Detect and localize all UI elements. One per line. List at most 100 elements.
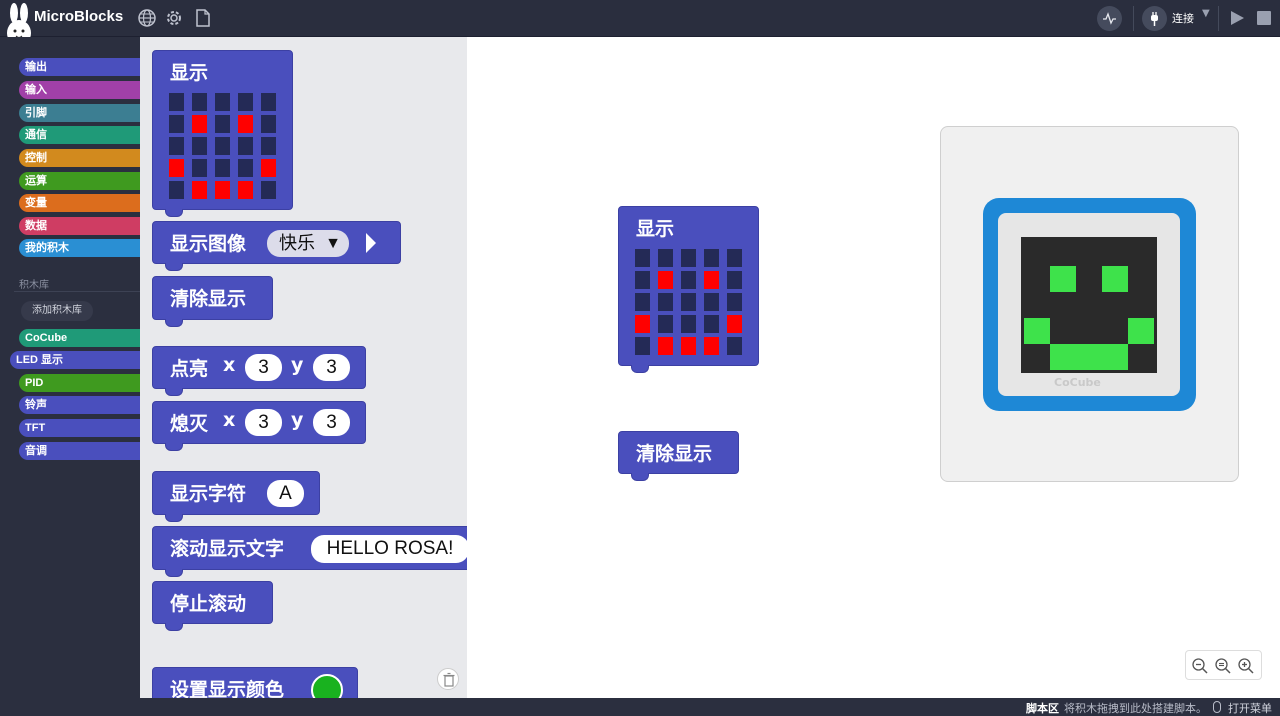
led-cell-off[interactable]	[727, 249, 742, 267]
file-icon[interactable]	[193, 8, 213, 28]
category-variables[interactable]: 变量	[19, 194, 140, 212]
led-cell-on[interactable]	[261, 159, 276, 177]
led-cell-off[interactable]	[681, 315, 696, 333]
color-swatch[interactable]	[311, 674, 343, 698]
led-cell-on[interactable]	[635, 315, 650, 333]
led-cell-on[interactable]	[681, 337, 696, 355]
stop-scroll-block[interactable]: 停止滚动	[152, 581, 273, 631]
led-cell-off[interactable]	[215, 93, 230, 111]
led-cell-on[interactable]	[192, 181, 207, 199]
led-cell-off[interactable]	[238, 93, 253, 111]
led-cell-on[interactable]	[169, 159, 184, 177]
library-tone[interactable]: 音调	[19, 442, 140, 460]
led-cell-on[interactable]	[658, 271, 673, 289]
script-display-block[interactable]: 显示	[618, 206, 759, 373]
library-ringtone[interactable]: 铃声	[19, 396, 140, 414]
led-cell-off[interactable]	[681, 271, 696, 289]
globe-icon[interactable]	[137, 8, 157, 28]
led-cell-off[interactable]	[704, 249, 719, 267]
category-my-blocks[interactable]: 我的积木	[19, 239, 140, 257]
led-cell-off[interactable]	[261, 137, 276, 155]
led-cell-off[interactable]	[192, 93, 207, 111]
led-cell-on[interactable]	[658, 337, 673, 355]
led-cell-on[interactable]	[215, 181, 230, 199]
led-cell-off[interactable]	[704, 315, 719, 333]
led-cell-off[interactable]	[727, 271, 742, 289]
led-cell-off[interactable]	[681, 293, 696, 311]
char-input[interactable]: A	[267, 480, 304, 507]
library-pid[interactable]: PID	[19, 374, 140, 392]
category-operators[interactable]: 运算	[19, 172, 140, 190]
category-input[interactable]: 输入	[19, 81, 140, 99]
trash-button[interactable]	[437, 668, 459, 690]
led-cell-off[interactable]	[658, 315, 673, 333]
x-input[interactable]: 3	[245, 409, 282, 436]
add-library-button[interactable]: 添加积木库	[21, 301, 93, 321]
zoom-reset-icon[interactable]	[1214, 657, 1232, 675]
led-cell-off[interactable]	[169, 181, 184, 199]
library-cocube[interactable]: CoCube	[19, 329, 140, 347]
led-cell-off[interactable]	[635, 337, 650, 355]
category-control[interactable]: 控制	[19, 149, 140, 167]
led-cell-off[interactable]	[169, 115, 184, 133]
led-cell-on[interactable]	[238, 115, 253, 133]
led-cell-off[interactable]	[704, 293, 719, 311]
led-cell-on[interactable]	[704, 271, 719, 289]
category-comm[interactable]: 通信	[19, 126, 140, 144]
library-tft[interactable]: TFT	[19, 419, 140, 437]
led-cell-off[interactable]	[635, 293, 650, 311]
category-output[interactable]: 输出	[19, 58, 140, 76]
script-clear-display-block[interactable]: 清除显示	[618, 431, 739, 481]
led-cell-off[interactable]	[238, 137, 253, 155]
stop-icon[interactable]	[1257, 11, 1271, 25]
led-cell-off[interactable]	[658, 249, 673, 267]
gear-icon[interactable]	[164, 8, 184, 28]
led-cell-off[interactable]	[635, 271, 650, 289]
expand-arrow-icon[interactable]	[363, 231, 379, 255]
led-grid[interactable]	[169, 93, 276, 199]
led-cell-off[interactable]	[238, 159, 253, 177]
led-cell-off[interactable]	[681, 249, 696, 267]
clear-display-block[interactable]: 清除显示	[152, 276, 273, 327]
led-cell-off[interactable]	[169, 93, 184, 111]
display-image-block[interactable]: 显示图像 快乐 ▼	[152, 221, 401, 271]
category-pins[interactable]: 引脚	[19, 104, 140, 122]
play-icon[interactable]	[1229, 10, 1245, 26]
image-dropdown[interactable]: 快乐 ▼	[267, 230, 349, 257]
led-cell-off[interactable]	[192, 159, 207, 177]
led-cell-off[interactable]	[635, 249, 650, 267]
led-cell-off[interactable]	[169, 137, 184, 155]
led-cell-on[interactable]	[192, 115, 207, 133]
connect-button[interactable]: 连接 ▼	[1142, 5, 1214, 32]
open-menu-link[interactable]: 打开菜单	[1228, 700, 1272, 716]
led-cell-on[interactable]	[238, 181, 253, 199]
led-cell-off[interactable]	[261, 181, 276, 199]
display-block[interactable]: 显示	[152, 50, 293, 217]
script-area[interactable]: 显示 清除显示 CoCube	[467, 37, 1280, 698]
y-input[interactable]: 3	[313, 409, 350, 436]
library-led-display[interactable]: LED 显示	[10, 351, 140, 369]
led-cell-off[interactable]	[261, 93, 276, 111]
unplot-block[interactable]: 熄灭 x 3 y 3	[152, 401, 366, 451]
led-grid[interactable]	[635, 249, 742, 355]
zoom-out-icon[interactable]	[1191, 657, 1209, 675]
led-cell-off[interactable]	[658, 293, 673, 311]
zoom-in-icon[interactable]	[1237, 657, 1255, 675]
scroll-text-input[interactable]: HELLO ROSA!	[311, 535, 467, 563]
graph-button[interactable]	[1097, 6, 1122, 31]
scroll-text-block[interactable]: 滚动显示文字 HELLO ROSA!	[152, 526, 467, 577]
plot-block[interactable]: 点亮 x 3 y 3	[152, 346, 366, 396]
set-display-color-block[interactable]: 设置显示颜色	[152, 667, 358, 698]
led-cell-off[interactable]	[727, 293, 742, 311]
category-data[interactable]: 数据	[19, 217, 140, 235]
show-char-block[interactable]: 显示字符 A	[152, 471, 320, 522]
led-cell-off[interactable]	[727, 337, 742, 355]
led-cell-off[interactable]	[215, 159, 230, 177]
led-cell-off[interactable]	[215, 115, 230, 133]
led-cell-off[interactable]	[261, 115, 276, 133]
x-input[interactable]: 3	[245, 354, 282, 381]
led-cell-off[interactable]	[192, 137, 207, 155]
y-input[interactable]: 3	[313, 354, 350, 381]
led-cell-on[interactable]	[727, 315, 742, 333]
led-cell-off[interactable]	[215, 137, 230, 155]
